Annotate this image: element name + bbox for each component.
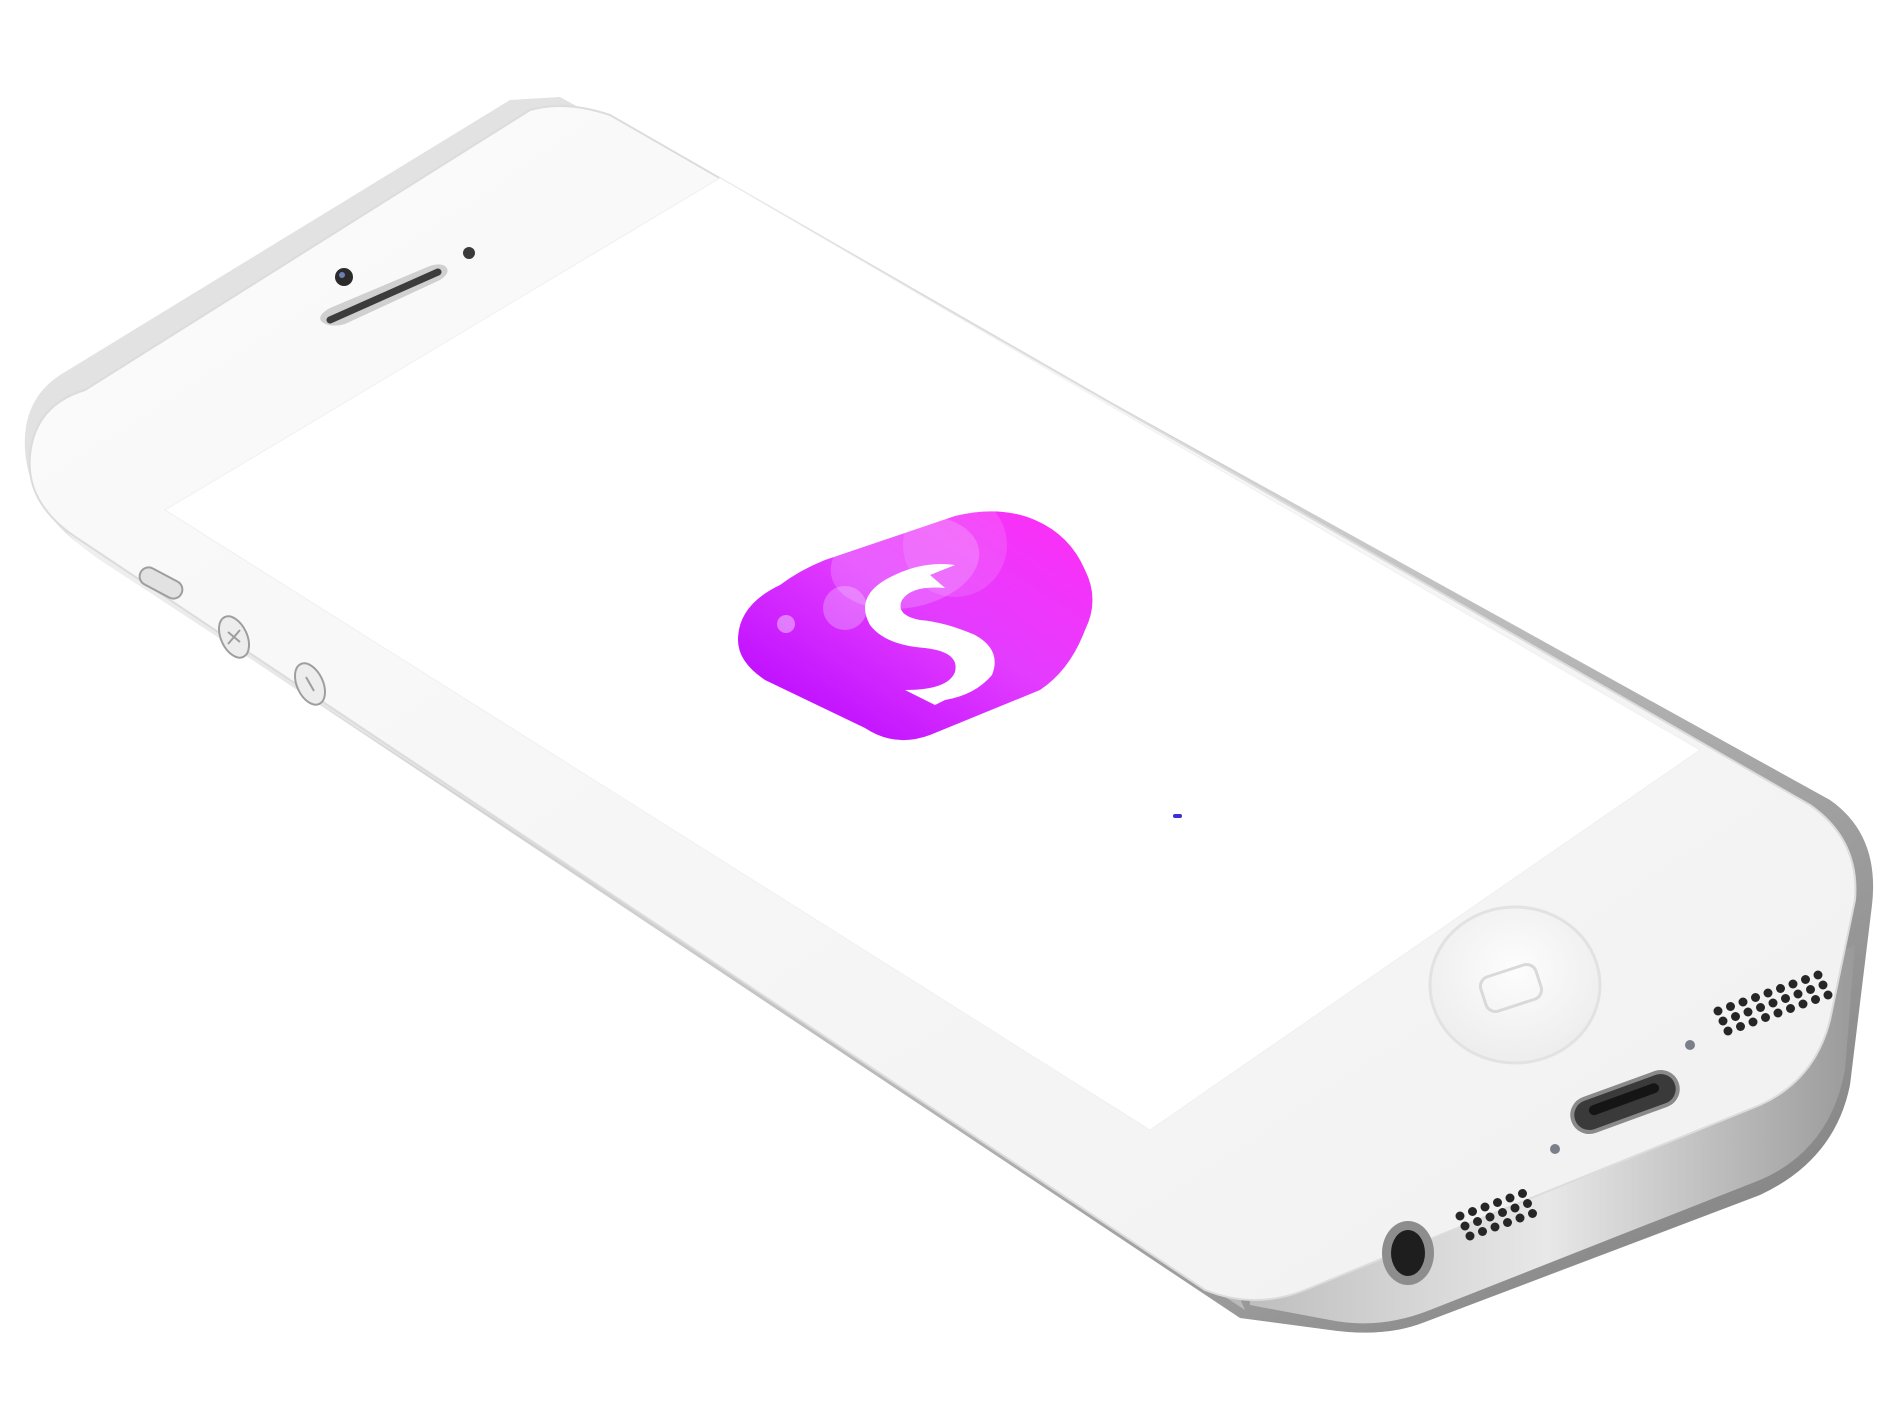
speaker-hole — [1748, 1017, 1758, 1027]
speaker-hole — [1713, 1006, 1723, 1016]
speaker-hole — [1763, 988, 1773, 998]
speaker-hole — [1518, 1189, 1527, 1198]
speaker-hole — [1806, 985, 1815, 994]
speaker-hole — [1478, 1227, 1487, 1236]
speaker-hole — [1473, 1217, 1482, 1226]
front-camera-icon — [335, 268, 353, 286]
speaker-hole — [1718, 1016, 1728, 1026]
speaker-hole — [1480, 1202, 1490, 1212]
speaker-hole — [1751, 993, 1760, 1002]
speaker-hole — [1813, 970, 1823, 980]
speaker-hole — [1743, 1007, 1753, 1017]
headphone-jack-icon — [1382, 1221, 1434, 1285]
speaker-hole — [1468, 1207, 1477, 1216]
speaker-hole — [1523, 1199, 1532, 1208]
speaker-hole — [1738, 997, 1748, 1007]
speaker-hole — [1485, 1212, 1495, 1222]
speaker-hole — [1823, 990, 1833, 1000]
speaker-hole — [1723, 1026, 1733, 1036]
speaker-hole — [1528, 1209, 1537, 1218]
speaker-hole — [1761, 1013, 1770, 1022]
speaker-hole — [1781, 994, 1790, 1003]
speaker-hole — [1515, 1213, 1525, 1223]
speaker-hole — [1736, 1022, 1745, 1031]
speaker-hole — [1503, 1218, 1512, 1227]
speaker-hole — [1818, 980, 1828, 990]
speaker-hole — [1776, 984, 1785, 993]
speaker-hole — [1798, 999, 1808, 1009]
speaker-hole — [1793, 989, 1803, 999]
speaker-hole — [1756, 1003, 1765, 1012]
speaker-hole — [1811, 995, 1820, 1004]
speaker-hole — [1493, 1198, 1502, 1207]
loading-indicator — [1173, 814, 1182, 818]
speaker-hole — [1510, 1203, 1520, 1213]
iphone-mockup — [24, 97, 1874, 1333]
speaker-hole — [1726, 1002, 1735, 1011]
speaker-hole — [1490, 1222, 1500, 1232]
proximity-sensor-icon — [463, 247, 475, 259]
speaker-hole — [1773, 1008, 1783, 1018]
speaker-hole — [1505, 1193, 1515, 1203]
speaker-hole — [1788, 979, 1798, 989]
speaker-hole — [1768, 998, 1778, 1008]
home-button-icon[interactable] — [1428, 905, 1602, 1065]
speaker-hole — [1801, 975, 1810, 984]
screw-right — [1685, 1040, 1695, 1050]
speaker-hole — [1465, 1231, 1475, 1241]
speaker-hole — [1786, 1004, 1795, 1013]
mockup-stage — [0, 0, 1890, 1417]
speaker-hole — [1455, 1211, 1465, 1221]
speaker-hole — [1460, 1221, 1470, 1231]
screw-left — [1550, 1144, 1560, 1154]
speaker-hole — [1731, 1012, 1740, 1021]
speaker-hole — [1498, 1208, 1507, 1217]
